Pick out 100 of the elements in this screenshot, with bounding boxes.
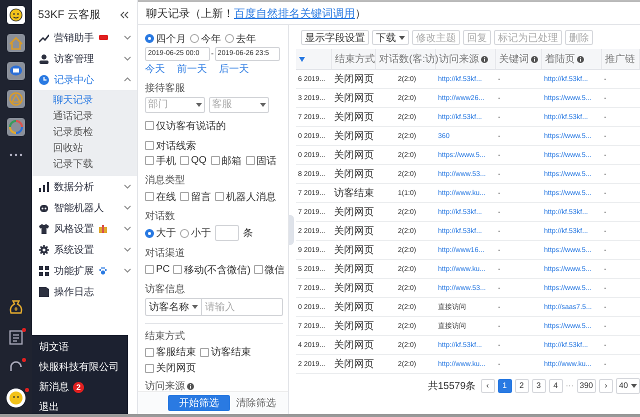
checkbox-option[interactable]: 固话 <box>246 154 277 168</box>
menu-item[interactable]: 数据分析 <box>32 176 137 197</box>
person-icon <box>39 54 49 64</box>
chevron-down-icon[interactable] <box>124 268 131 273</box>
checkbox-option[interactable]: 访客结束 <box>200 345 251 359</box>
collapse-icon[interactable] <box>120 10 129 18</box>
column-header[interactable]: 对话数(客:访) <box>376 49 436 69</box>
menu-item[interactable]: 智能机器人 <box>32 197 137 218</box>
checkbox-option[interactable]: 对话线索 <box>145 138 196 152</box>
period-radio[interactable]: 四个月 <box>145 32 186 46</box>
visitor-search-field[interactable]: 访客名称 请输入 <box>145 298 283 316</box>
next-page-button[interactable]: › <box>599 378 613 392</box>
column-header[interactable]: 关键词 <box>496 49 542 69</box>
document-icon <box>39 286 49 296</box>
field-label: 访客信息 <box>145 282 186 296</box>
input-placeholder: 请输入 <box>204 300 235 314</box>
menu-item[interactable]: 访客管理 <box>32 48 137 69</box>
document-icon[interactable] <box>9 330 23 344</box>
checkbox-option[interactable]: 手机 <box>145 154 176 168</box>
checkbox-option[interactable]: QQ <box>180 155 207 166</box>
headset-icon[interactable] <box>9 360 23 374</box>
more-icon[interactable] <box>9 153 23 157</box>
page-ellipsis: ··· <box>566 381 574 390</box>
menu-item[interactable]: 记录中心 <box>32 69 137 90</box>
chevron-down-icon[interactable] <box>124 247 131 252</box>
triangle-emblem-icon[interactable] <box>7 90 25 108</box>
page-size-select[interactable]: 40 <box>616 378 640 394</box>
menu-item[interactable]: 功能扩展 <box>32 260 137 281</box>
chevron-down-icon[interactable] <box>124 56 131 61</box>
checkbox-option[interactable]: PC <box>145 264 170 275</box>
count-input[interactable] <box>215 225 239 241</box>
submenu-item[interactable]: 记录质检 <box>32 125 137 141</box>
column-header[interactable] <box>296 49 332 69</box>
date-link[interactable]: 前一天 <box>177 62 207 76</box>
chat-bubble-icon[interactable] <box>7 62 25 80</box>
page-title: 聊天记录（上新！ <box>146 8 234 20</box>
clear-filter-link[interactable]: 清除筛选 <box>236 396 276 410</box>
toolbar-button[interactable]: 下载 <box>372 30 409 45</box>
period-radio[interactable]: 今年 <box>190 32 221 46</box>
swirl-icon[interactable] <box>7 118 25 136</box>
apply-filter-button[interactable]: 开始筛选 <box>168 395 230 411</box>
chevron-up-icon[interactable] <box>124 77 131 82</box>
caret-icon <box>260 103 266 107</box>
submenu-item[interactable]: 通话记录 <box>32 109 137 125</box>
checkbox-option[interactable]: 微信 <box>254 262 285 276</box>
smiley-logo-icon[interactable] <box>7 6 25 24</box>
column-header[interactable]: 推广链 <box>602 49 640 69</box>
settings-icon <box>39 244 49 254</box>
column-header[interactable]: 结束方式 <box>332 49 376 69</box>
chevron-down-icon[interactable] <box>124 184 131 189</box>
checkbox-option[interactable]: 在线 <box>145 190 176 204</box>
house-icon[interactable] <box>7 34 25 52</box>
page-button[interactable]: 4 <box>548 378 563 392</box>
checkbox-option[interactable]: 关闭网页 <box>145 361 196 375</box>
money-bag-icon[interactable] <box>8 299 24 315</box>
table-cell-text: 访客结束 <box>333 186 375 200</box>
submenu-item[interactable]: 回收站 <box>32 141 137 157</box>
date-link[interactable]: 今天 <box>145 62 165 76</box>
page-button[interactable]: 1 <box>498 378 512 392</box>
user-menu-item[interactable]: 新消息 <box>39 380 69 394</box>
page-button[interactable]: 3 <box>532 378 546 392</box>
checkbox-option[interactable]: 客服结束 <box>145 345 196 359</box>
table-cell-text: 关闭网页 <box>333 244 375 257</box>
page-button[interactable]: 390 <box>576 378 596 392</box>
submenu-item[interactable]: 聊天记录 <box>32 93 137 109</box>
menu-item[interactable]: 操作日志 <box>32 281 137 302</box>
collapse-handle[interactable] <box>289 215 294 245</box>
menu-item[interactable]: 风格设置 <box>32 218 137 239</box>
menu-item[interactable]: 营销助手 <box>32 27 137 48</box>
menu-item[interactable]: 系统设置 <box>32 239 137 260</box>
table-cell-text: 关闭网页 <box>333 358 375 371</box>
checkbox-option[interactable]: 机器人消息 <box>215 190 276 204</box>
compare-radio[interactable]: 大于 <box>145 226 176 240</box>
select-field[interactable]: 访客名称 <box>146 299 202 315</box>
checkbox-option[interactable]: 留言 <box>180 190 211 204</box>
sort-down-icon[interactable] <box>299 56 305 62</box>
header-link[interactable]: 百度自然排名关键词调用 <box>234 8 355 20</box>
chevron-down-icon[interactable] <box>124 226 131 231</box>
user-menu-item[interactable]: 快服科技有限公司 <box>39 360 119 374</box>
table-cell-text: 关闭网页 <box>333 262 375 276</box>
table-cell-text: 关闭网页 <box>333 148 375 162</box>
period-radio[interactable]: 去年 <box>225 32 256 46</box>
checkbox-option[interactable]: 仅访客有说话的 <box>145 118 226 132</box>
submenu-item[interactable]: 记录下载 <box>32 157 137 173</box>
prev-page-button[interactable]: ‹ <box>480 378 495 392</box>
total-count: 共15579条 <box>428 380 476 392</box>
page-button[interactable]: 2 <box>514 378 529 392</box>
table-cell-text: 关闭网页 <box>333 206 375 219</box>
user-menu-item[interactable]: 退出 <box>39 400 59 414</box>
checkbox-option[interactable]: 邮箱 <box>210 154 242 168</box>
chevron-down-icon[interactable] <box>124 205 131 210</box>
field-label: 消息类型 <box>145 174 186 187</box>
toolbar-button[interactable]: 显示字段设置 <box>301 30 369 45</box>
chevron-down-icon[interactable] <box>124 35 131 40</box>
date-link[interactable]: 后一天 <box>219 62 249 76</box>
compare-radio[interactable]: 小于 <box>180 226 211 240</box>
checkbox-option[interactable]: 移动(不含微信) <box>172 262 251 276</box>
column-header[interactable]: 着陆页 <box>542 49 602 69</box>
avatar-icon[interactable] <box>6 388 26 408</box>
user-menu-item[interactable]: 胡文语 <box>39 340 69 354</box>
